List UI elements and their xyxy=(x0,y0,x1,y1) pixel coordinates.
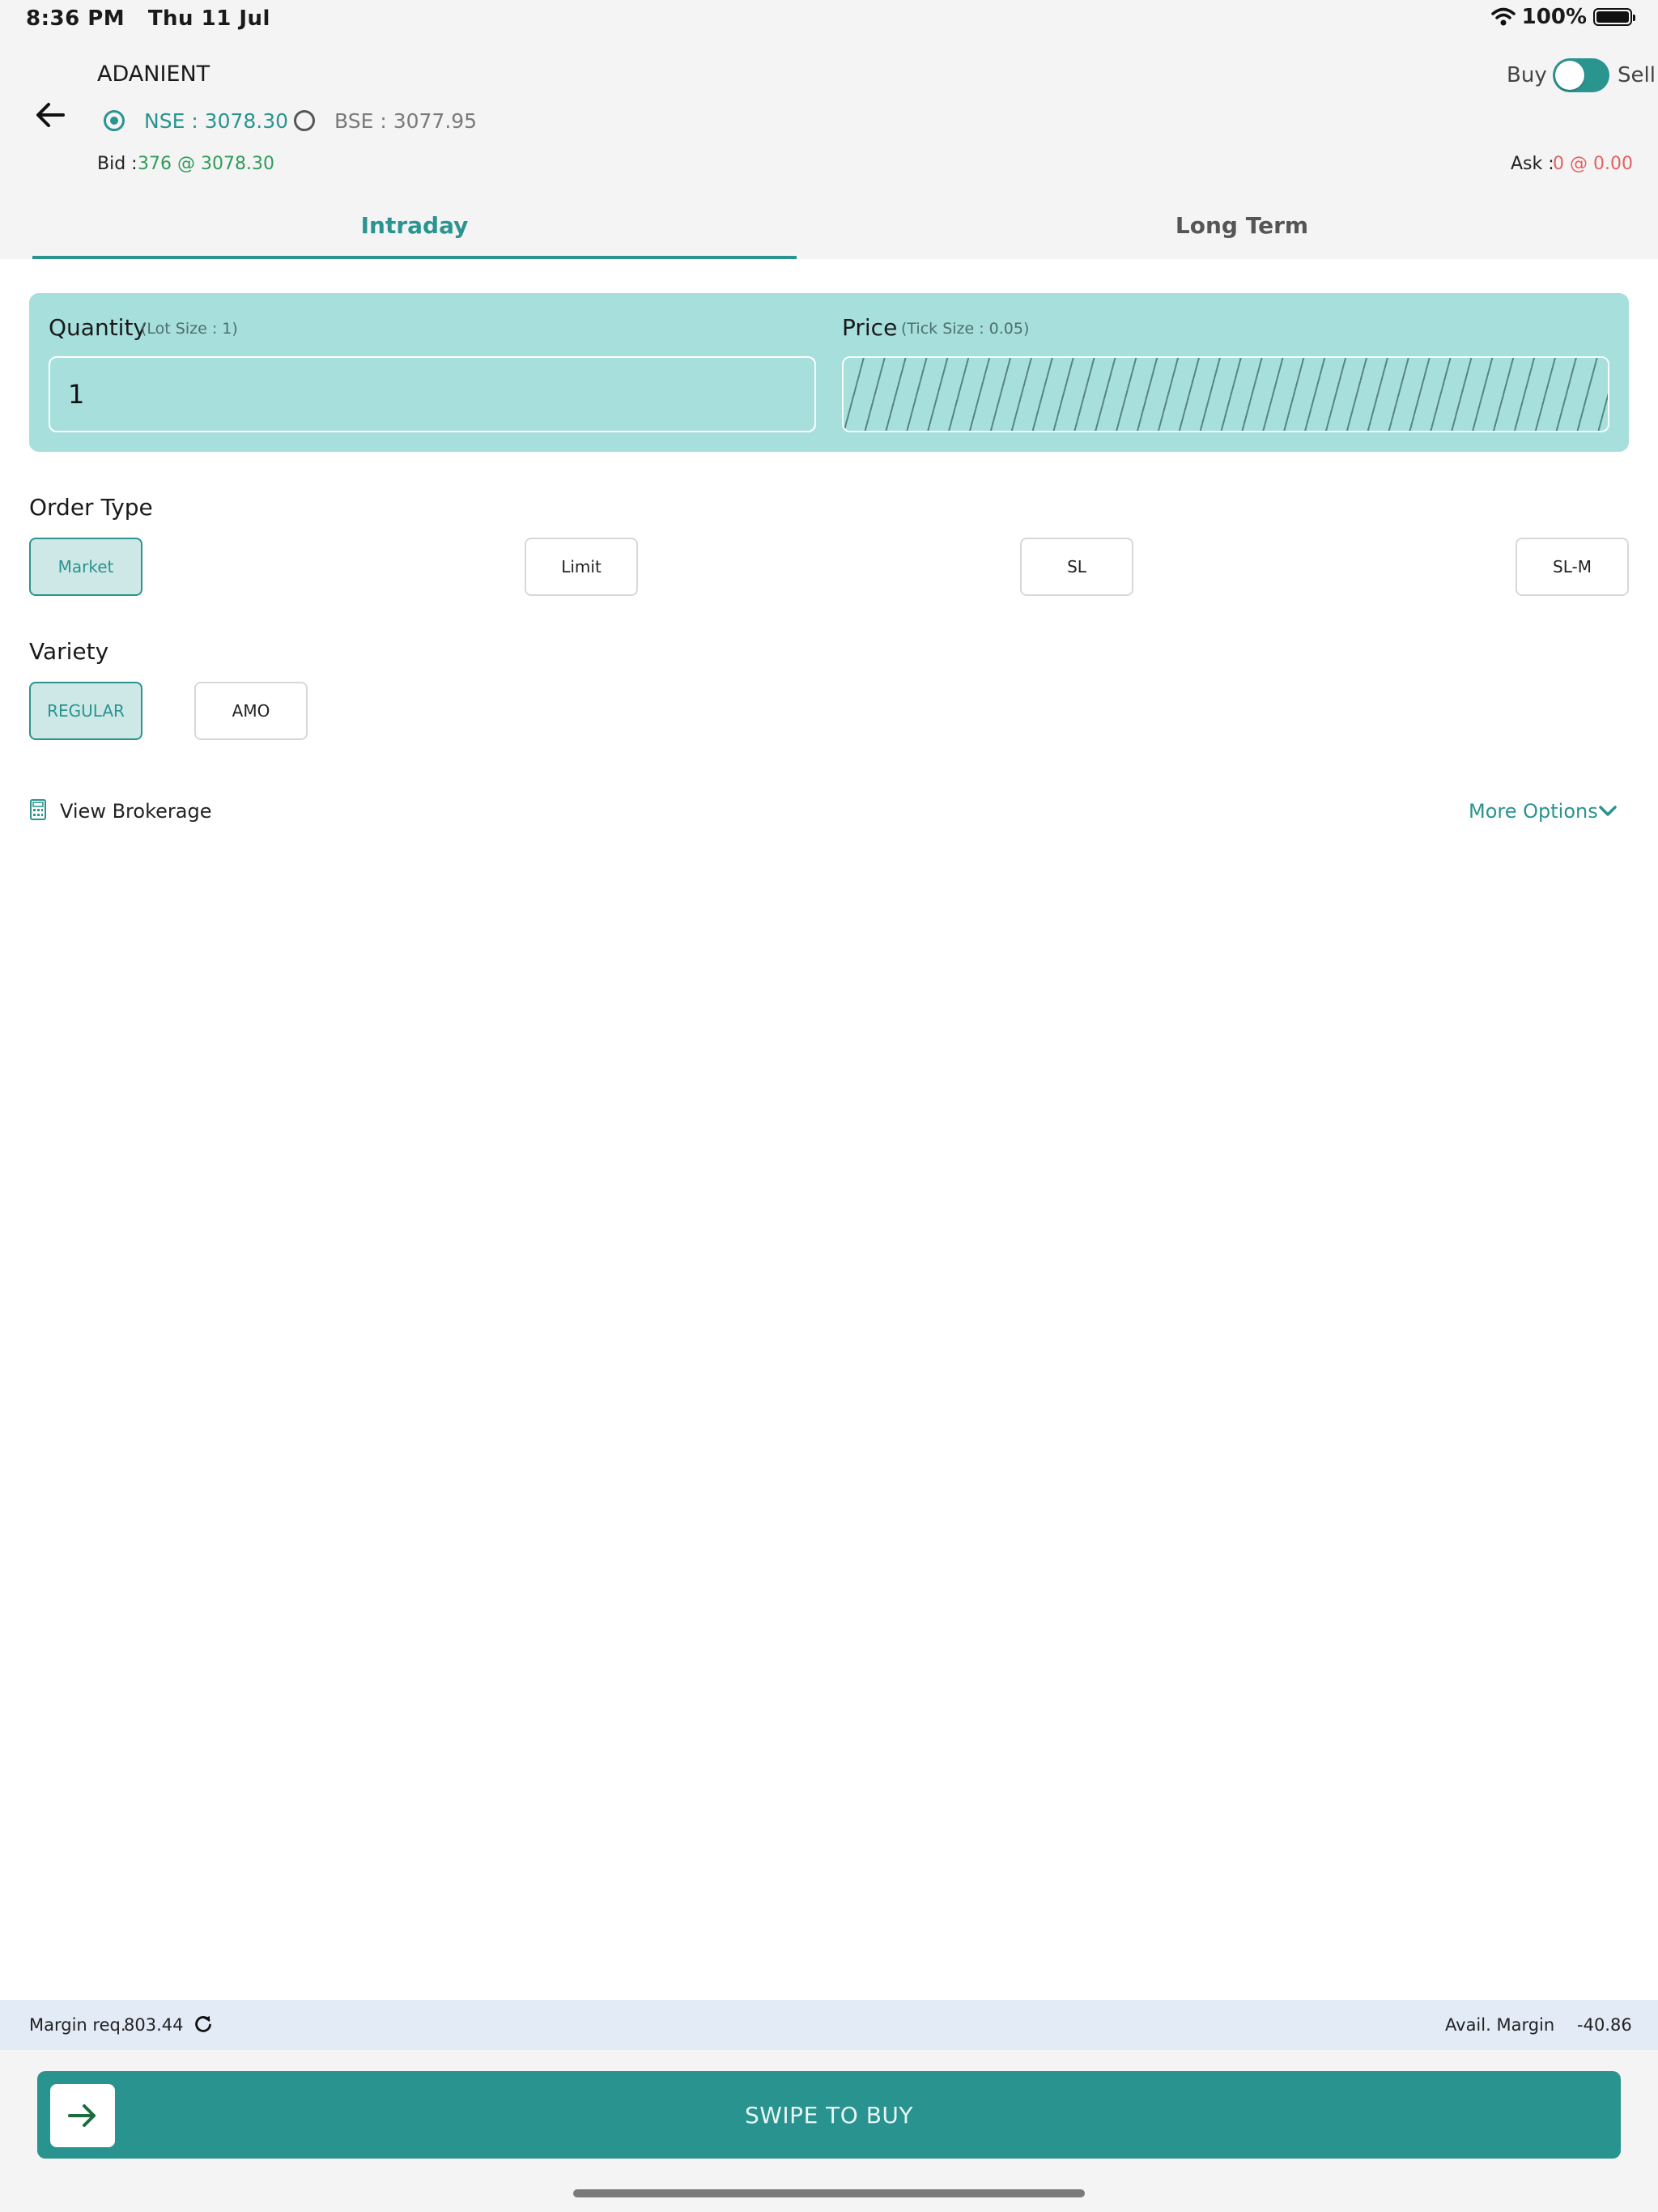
order-type-market-button[interactable]: Market xyxy=(29,538,142,596)
price-label: Price xyxy=(842,314,898,341)
swipe-to-buy-label: SWIPE TO BUY xyxy=(744,2102,914,2129)
exchange-radio-bse[interactable] xyxy=(294,110,315,131)
exchange-radio-nse[interactable] xyxy=(104,110,125,131)
active-tab-indicator xyxy=(32,256,797,259)
refresh-icon[interactable] xyxy=(193,2014,214,2035)
tab-intraday[interactable]: Intraday xyxy=(32,212,797,239)
available-margin-label: Avail. Margin xyxy=(1445,2015,1555,2035)
instrument-symbol: ADANIENT xyxy=(97,62,210,87)
view-brokerage-link[interactable]: View Brokerage xyxy=(60,800,211,823)
margin-bar xyxy=(0,2000,1658,2050)
wifi-icon xyxy=(1490,7,1516,26)
tab-long-term[interactable]: Long Term xyxy=(860,212,1624,239)
order-type-title: Order Type xyxy=(29,494,153,521)
ask-label: Ask : xyxy=(1511,154,1554,174)
status-time: 8:36 PM Thu 11 Jul xyxy=(26,6,270,31)
order-type-limit-button[interactable]: Limit xyxy=(525,538,638,596)
battery-percent: 100% xyxy=(1521,5,1587,29)
status-time-text: 8:36 PM xyxy=(26,6,125,31)
order-type-slm-button[interactable]: SL-M xyxy=(1516,538,1629,596)
buy-label: Buy xyxy=(1507,63,1547,87)
bid-value: 376 @ 3078.30 xyxy=(138,154,274,174)
tick-size-hint: (Tick Size : 0.05) xyxy=(901,320,1030,338)
exchange-label-bse[interactable]: BSE : 3077.95 xyxy=(334,109,477,133)
calculator-icon[interactable] xyxy=(29,798,47,821)
sell-label: Sell xyxy=(1618,63,1656,87)
exchange-label-nse[interactable]: NSE : 3078.30 xyxy=(144,109,288,133)
bid-label: Bid : xyxy=(97,154,138,174)
toggle-knob[interactable] xyxy=(1555,61,1584,90)
status-date-text: Thu 11 Jul xyxy=(147,6,270,31)
home-indicator xyxy=(573,2189,1085,2197)
margin-required-label: Margin req. xyxy=(29,2015,126,2035)
back-arrow-icon[interactable] xyxy=(31,96,70,134)
margin-required-value: 803.44 xyxy=(124,2015,184,2035)
price-input-disabled xyxy=(842,356,1609,432)
variety-amo-button[interactable]: AMO xyxy=(194,682,308,740)
ask-value: 0 @ 0.00 xyxy=(1553,154,1633,174)
lot-size-hint: (Lot Size : 1) xyxy=(141,320,238,338)
battery-icon xyxy=(1593,8,1635,26)
chevron-down-icon[interactable] xyxy=(1596,802,1619,821)
status-indicators: 100% xyxy=(1490,5,1635,29)
more-options-link[interactable]: More Options xyxy=(1469,800,1598,823)
quantity-label: Quantity xyxy=(49,314,147,341)
arrow-right-icon[interactable] xyxy=(63,2096,102,2135)
available-margin-value: -40.86 xyxy=(1577,2015,1632,2035)
quantity-input[interactable] xyxy=(49,356,816,432)
variety-title: Variety xyxy=(29,638,109,665)
variety-regular-button[interactable]: REGULAR xyxy=(29,682,142,740)
order-type-sl-button[interactable]: SL xyxy=(1020,538,1133,596)
